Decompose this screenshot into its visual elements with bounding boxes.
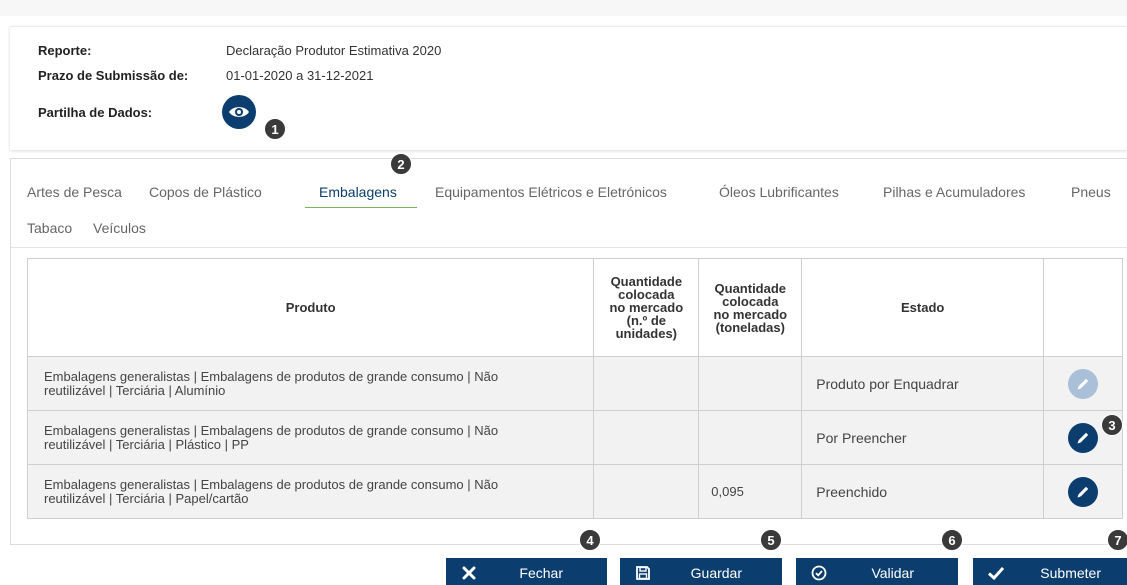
fechar-label: Fechar	[519, 565, 563, 581]
cell-toneladas: 0,095	[698, 464, 803, 519]
partilha-dados-button[interactable]	[222, 95, 256, 129]
top-strip	[0, 0, 1127, 16]
table-header-row: Produto Quantidade colocada no mercado (…	[26, 258, 1123, 357]
guardar-button[interactable]: Guardar	[620, 558, 782, 585]
tab-tabaco[interactable]: Tabaco	[27, 219, 72, 237]
cell-estado: Por Preencher	[801, 410, 1045, 465]
header-estado: Estado	[801, 258, 1045, 357]
header-qtd-toneladas-line: (toneladas)	[715, 319, 785, 335]
fechar-button[interactable]: Fechar	[446, 558, 607, 585]
tab-oleos-lubrificantes[interactable]: Óleos Lubrificantes	[719, 183, 839, 201]
active-tab-underline	[305, 207, 417, 208]
edit-button[interactable]	[1068, 476, 1099, 507]
cell-toneladas	[698, 356, 803, 411]
header-produto: Produto	[26, 258, 595, 357]
prazo-label: Prazo de Submissão de:	[38, 68, 189, 83]
header-quantidade-unidades: Quantidade colocada no mercado (n.º de u…	[593, 258, 700, 357]
edit-button[interactable]	[1068, 422, 1099, 453]
callout-badge-6: 6	[941, 529, 963, 551]
header-qtd-unidades-line: unidades)	[615, 326, 678, 341]
produto-line: Embalagens generalistas | Embalagens de …	[44, 476, 499, 492]
cell-toneladas	[698, 410, 803, 465]
guardar-label: Guardar	[690, 565, 742, 581]
cell-produto: Embalagens generalistas | Embalagens de …	[26, 356, 595, 411]
cell-unidades	[593, 356, 700, 411]
callout-badge-2: 2	[390, 153, 412, 175]
cell-action	[1043, 464, 1123, 519]
eye-icon	[229, 107, 249, 117]
prazo-value: 01-01-2020 a 31-12-2021	[226, 68, 374, 83]
header-qtd-toneladas-line: colocada	[722, 293, 779, 309]
pencil-icon	[1077, 486, 1089, 497]
cell-estado: Preenchido	[801, 464, 1045, 519]
reporte-value: Declaração Produtor Estimativa 2020	[226, 43, 442, 58]
pencil-icon	[1077, 378, 1089, 389]
validar-label: Validar	[871, 565, 914, 581]
pencil-icon	[1077, 432, 1089, 443]
submeter-label: Submeter	[1040, 565, 1101, 581]
cell-unidades	[593, 410, 700, 465]
produto-line: Embalagens generalistas | Embalagens de …	[44, 422, 499, 438]
edit-button-disabled	[1068, 368, 1099, 399]
tab-pneus[interactable]: Pneus	[1071, 183, 1111, 201]
callout-badge-1: 1	[264, 118, 286, 140]
table-row: Embalagens generalistas | Embalagens de …	[26, 410, 1123, 465]
header-qtd-toneladas-line: Quantidade	[714, 280, 787, 296]
callout-badge-5: 5	[760, 529, 782, 551]
partilha-label: Partilha de Dados:	[38, 105, 153, 120]
tab-artes-de-pesca[interactable]: Artes de Pesca	[27, 183, 122, 201]
produto-line: Embalagens generalistas | Embalagens de …	[44, 368, 499, 384]
tab-embalagens[interactable]: Embalagens	[319, 183, 397, 201]
produto-line: reutilizável | Terciária | Papel/cartão	[44, 490, 249, 506]
cell-action	[1043, 356, 1123, 411]
tab-veiculos[interactable]: Veículos	[93, 219, 146, 237]
tab-copos-de-plastico[interactable]: Copos de Plástico	[149, 183, 262, 201]
header-quantidade-toneladas: Quantidade colocada no mercado (tonelada…	[698, 258, 803, 357]
callout-badge-7: 7	[1107, 529, 1127, 551]
header-qtd-toneladas-line: no mercado	[713, 306, 788, 322]
callout-badge-3: 3	[1101, 414, 1123, 436]
header-actions	[1043, 258, 1123, 357]
table-row: Embalagens generalistas | Embalagens de …	[26, 356, 1123, 411]
tabs-panel: Artes de Pesca Copos de Plástico Embalag…	[10, 158, 1127, 545]
submeter-button[interactable]: Submeter	[973, 558, 1127, 585]
reporte-label: Reporte:	[38, 43, 92, 58]
tab-pilhas-acumuladores[interactable]: Pilhas e Acumuladores	[883, 183, 1025, 201]
cell-produto: Embalagens generalistas | Embalagens de …	[26, 464, 595, 519]
validar-button[interactable]: Validar	[796, 558, 958, 585]
cell-estado: Produto por Enquadrar	[801, 356, 1045, 411]
tabs-separator	[11, 247, 1127, 248]
produto-line: reutilizável | Terciária | Plástico | PP	[44, 436, 249, 452]
table-row: Embalagens generalistas | Embalagens de …	[26, 464, 1123, 519]
tab-equipamentos[interactable]: Equipamentos Elétricos e Eletrónicos	[435, 183, 667, 201]
cell-unidades	[593, 464, 700, 519]
products-table: Produto Quantidade colocada no mercado (…	[26, 258, 1123, 519]
produto-line: reutilizável | Terciária | Alumínio	[44, 382, 226, 398]
cell-produto: Embalagens generalistas | Embalagens de …	[26, 410, 595, 465]
report-info-card: Reporte: Declaração Produtor Estimativa …	[10, 26, 1127, 150]
callout-badge-4: 4	[579, 529, 601, 551]
